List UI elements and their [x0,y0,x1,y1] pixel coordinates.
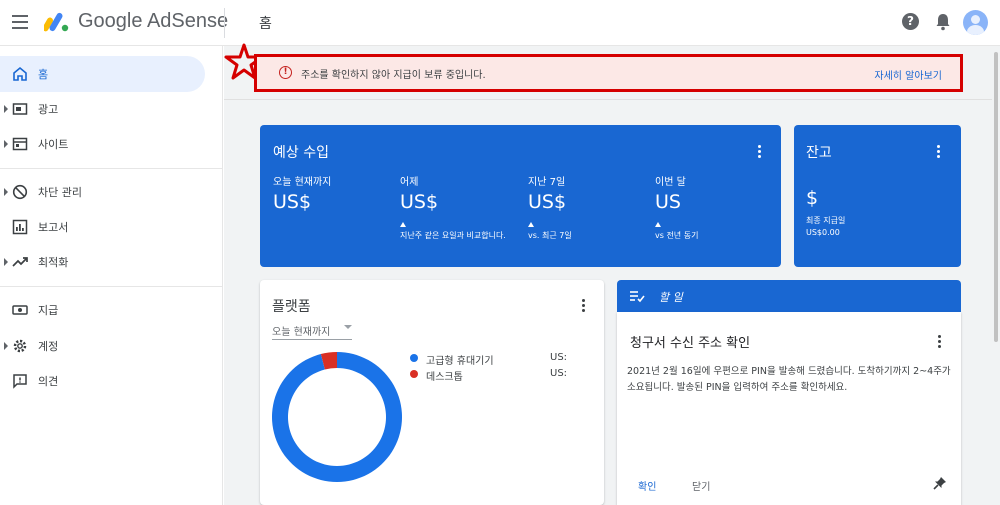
legend-label: 데스크톱 [426,372,463,383]
top-bar: Google AdSense 홈 ? [0,0,1000,46]
sidebar-item-label: 지급 [38,304,59,317]
earnings-value: US$ [528,191,567,213]
page-scrollbar[interactable] [992,46,1000,505]
confirm-button[interactable]: 확인 [638,478,656,493]
header-divider [224,8,225,38]
platform-title: 플랫폼 [272,299,311,315]
earnings-value: US$ [273,191,312,213]
sidebar-item-label: 홈 [38,68,49,81]
platform-donut-chart [272,352,402,482]
expand-caret-icon [4,342,8,350]
trend-up-icon [528,222,534,227]
todo-card: 청구서 수신 주소 확인 2021년 2월 16일에 우편으로 PIN을 발송해… [617,312,961,505]
legend-value: US: [550,368,568,379]
more-vert-icon[interactable] [937,145,941,159]
legend-swatch [410,370,418,378]
sidebar-item-blocking[interactable]: 차단 관리 [0,174,223,210]
earnings-value: US [655,191,681,213]
sidebar-item-account[interactable]: 계정 [0,328,223,364]
sidebar-item-label: 사이트 [38,138,69,151]
ads-icon [12,103,28,115]
legend-swatch [410,354,418,362]
expand-caret-icon [4,188,8,196]
earnings-label: 어제 [400,177,419,188]
earnings-label: 지난 7일 [528,177,566,188]
bell-icon[interactable] [934,12,952,32]
sidebar-item-optimization[interactable]: 최적화 [0,244,223,280]
page-title: 홈 [259,16,272,32]
home-icon [13,66,27,81]
error-icon: ! [279,66,292,79]
sites-icon [12,137,28,151]
gear-icon [13,339,27,353]
brand-name: Google AdSense [78,10,229,32]
section-divider [224,99,1000,100]
pin-icon[interactable] [933,476,947,490]
expand-caret-icon [4,105,8,113]
platform-card: 플랫폼 오늘 현재까지 고급형 휴대기기 US: 데스크톱 US: [260,280,604,505]
avatar[interactable] [963,10,988,35]
sidebar-item-ads[interactable]: 광고 [0,91,223,127]
sidebar-item-payments[interactable]: 지급 [0,292,223,328]
balance-title: 잔고 [806,145,832,161]
legend-value: US: [550,352,568,363]
help-icon[interactable]: ? [902,13,919,30]
earnings-label: 오늘 현재까지 [273,177,332,188]
menu-icon[interactable] [12,15,28,29]
sidebar-item-label: 계정 [38,340,59,353]
feedback-icon [13,374,27,389]
estimated-earnings-card: 예상 수입 오늘 현재까지 US$ 어제 US$ 지난주 같은 요일과 비교합니… [260,125,781,267]
sidebar-divider [0,286,223,287]
expand-caret-icon [4,140,8,148]
sidebar-item-feedback[interactable]: 의견 [0,363,223,399]
sidebar-item-home[interactable]: 홈 [0,56,205,92]
trending-icon [12,257,28,267]
range-dropdown[interactable]: 오늘 현재까지 [272,320,352,340]
alert-message: 주소를 확인하지 않아 지급이 보류 중입니다. [301,70,486,81]
learn-more-link[interactable]: 자세히 알아보기 [874,67,942,82]
trend-up-icon [400,222,406,227]
more-vert-icon[interactable] [938,335,942,349]
close-button[interactable]: 닫기 [692,478,710,493]
scrollbar-thumb[interactable] [994,52,998,342]
sidebar-item-label: 최적화 [38,256,69,269]
last-payment-label: 최종 지급일 [806,216,846,225]
payments-icon [12,305,28,315]
earnings-label: 이번 달 [655,177,686,188]
earnings-title: 예상 수입 [273,145,329,161]
todo-title: 청구서 수신 주소 확인 [630,336,751,351]
sidebar-item-label: 보고서 [38,221,69,234]
more-vert-icon[interactable] [758,145,762,159]
todo-header-label: 할 일 [659,291,683,304]
earnings-value: US$ [400,191,439,213]
earnings-note: vs 전년 동기 [655,231,699,240]
last-payment-value: US$0.00 [806,228,840,237]
donut-slice-mobile [272,352,402,482]
payment-hold-alert: ! 주소를 확인하지 않아 지급이 보류 중입니다. 자세히 알아보기 [254,54,963,92]
trend-up-icon [655,222,661,227]
balance-value: $ [806,187,819,209]
chevron-down-icon [344,325,352,329]
todo-body-text: 2021년 2월 16일에 우편으로 PIN을 발송해 드렸습니다. 도착하기까… [627,366,951,393]
adsense-logo [44,12,69,32]
todo-header: 할 일 [617,280,961,312]
checklist-icon [630,291,645,303]
earnings-note: 지난주 같은 요일과 비교합니다. [400,231,506,240]
block-icon [12,184,28,200]
sidebar-item-label: 광고 [38,103,59,116]
balance-card: 잔고 $ 최종 지급일 US$0.00 [794,125,961,267]
sidebar-divider [0,168,223,169]
earnings-note: vs. 최근 7일 [528,231,572,240]
sidebar-item-label: 의견 [38,375,59,388]
sidebar: 홈 광고 사이트 차단 관리 보고서 최적화 지급 계정 의견 [0,46,223,505]
sidebar-item-reports[interactable]: 보고서 [0,209,223,245]
range-dropdown-value: 오늘 현재까지 [272,327,331,338]
more-vert-icon[interactable] [582,299,586,313]
reports-icon [12,219,28,235]
sidebar-item-label: 차단 관리 [38,186,82,199]
expand-caret-icon [4,258,8,266]
sidebar-item-sites[interactable]: 사이트 [0,126,223,162]
legend-label: 고급형 휴대기기 [426,356,494,367]
